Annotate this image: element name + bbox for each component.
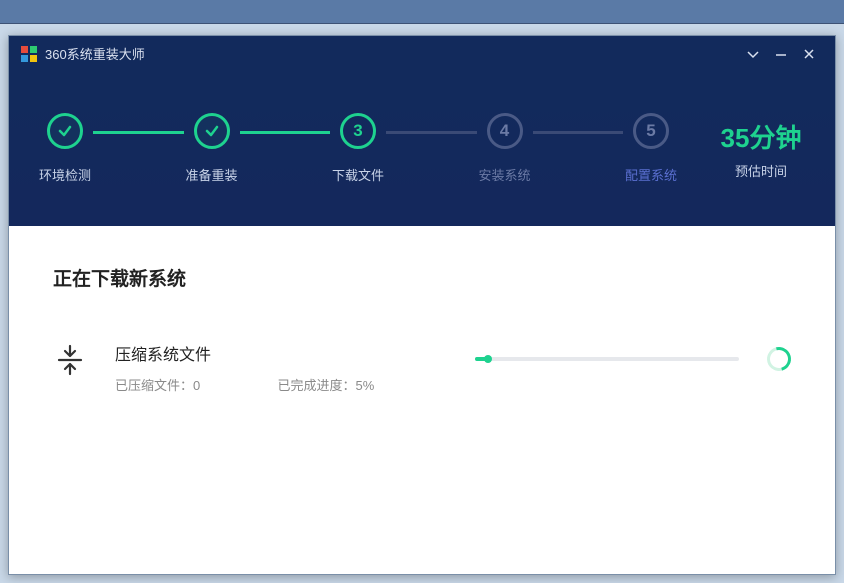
dropdown-button[interactable]: [739, 40, 767, 68]
progress-bar: [475, 357, 739, 361]
eta-time: 35分钟: [711, 118, 811, 155]
task-title: 压缩系统文件: [115, 341, 475, 365]
step-label: 环境检测: [39, 165, 91, 184]
compress-icon: [53, 343, 87, 377]
step-connector: [533, 131, 624, 134]
step-label: 准备重装: [185, 165, 237, 184]
step-label: 下载文件: [332, 165, 384, 184]
step-configure: 5 配置系统: [619, 113, 683, 184]
step-number-icon: 5: [633, 113, 669, 149]
compressed-label: 已压缩文件：: [115, 378, 193, 393]
close-button[interactable]: [795, 40, 823, 68]
step-env-check: 环境检测: [33, 113, 97, 184]
task-stats: 已压缩文件：0 已完成进度：5%: [115, 375, 475, 394]
spinner-icon: [763, 343, 796, 376]
content-area: 正在下载新系统 压缩系统文件 已压缩文件：0 已完成进度：5%: [9, 226, 835, 432]
step-connector: [240, 131, 331, 134]
step-label: 配置系统: [625, 165, 677, 184]
eta-label: 预估时间: [711, 161, 811, 180]
app-window: 360系统重装大师 环境检测 准备重装: [8, 35, 836, 575]
content-heading: 正在下载新系统: [53, 264, 791, 291]
checkmark-icon: [194, 113, 230, 149]
step-connector: [93, 131, 184, 134]
progress-wrap: [475, 341, 791, 371]
task-row: 压缩系统文件 已压缩文件：0 已完成进度：5%: [53, 341, 791, 394]
os-titlebar: [0, 0, 844, 24]
step-connector: [386, 131, 477, 134]
progress-value: 5%: [356, 378, 375, 393]
progress-dot: [484, 355, 492, 363]
step-number-icon: 3: [340, 113, 376, 149]
progress-label: 已完成进度：: [278, 378, 356, 393]
compressed-value: 0: [193, 378, 200, 393]
minimize-button[interactable]: [767, 40, 795, 68]
app-logo-icon: [21, 46, 37, 62]
step-number-icon: 4: [487, 113, 523, 149]
step-install: 4 安装系统: [473, 113, 537, 184]
step-prepare: 准备重装: [180, 113, 244, 184]
step-tracker: 环境检测 准备重装 3 下载文件 4 安装系统 5 配: [33, 113, 683, 184]
eta-panel: 35分钟 预估时间: [701, 118, 811, 180]
progress-header: 环境检测 准备重装 3 下载文件 4 安装系统 5 配: [9, 71, 835, 226]
step-label: 安装系统: [478, 165, 530, 184]
checkmark-icon: [47, 113, 83, 149]
titlebar: 360系统重装大师: [9, 36, 835, 71]
step-download: 3 下载文件: [326, 113, 390, 184]
window-title: 360系统重装大师: [45, 44, 739, 63]
task-info: 压缩系统文件 已压缩文件：0 已完成进度：5%: [115, 341, 475, 394]
